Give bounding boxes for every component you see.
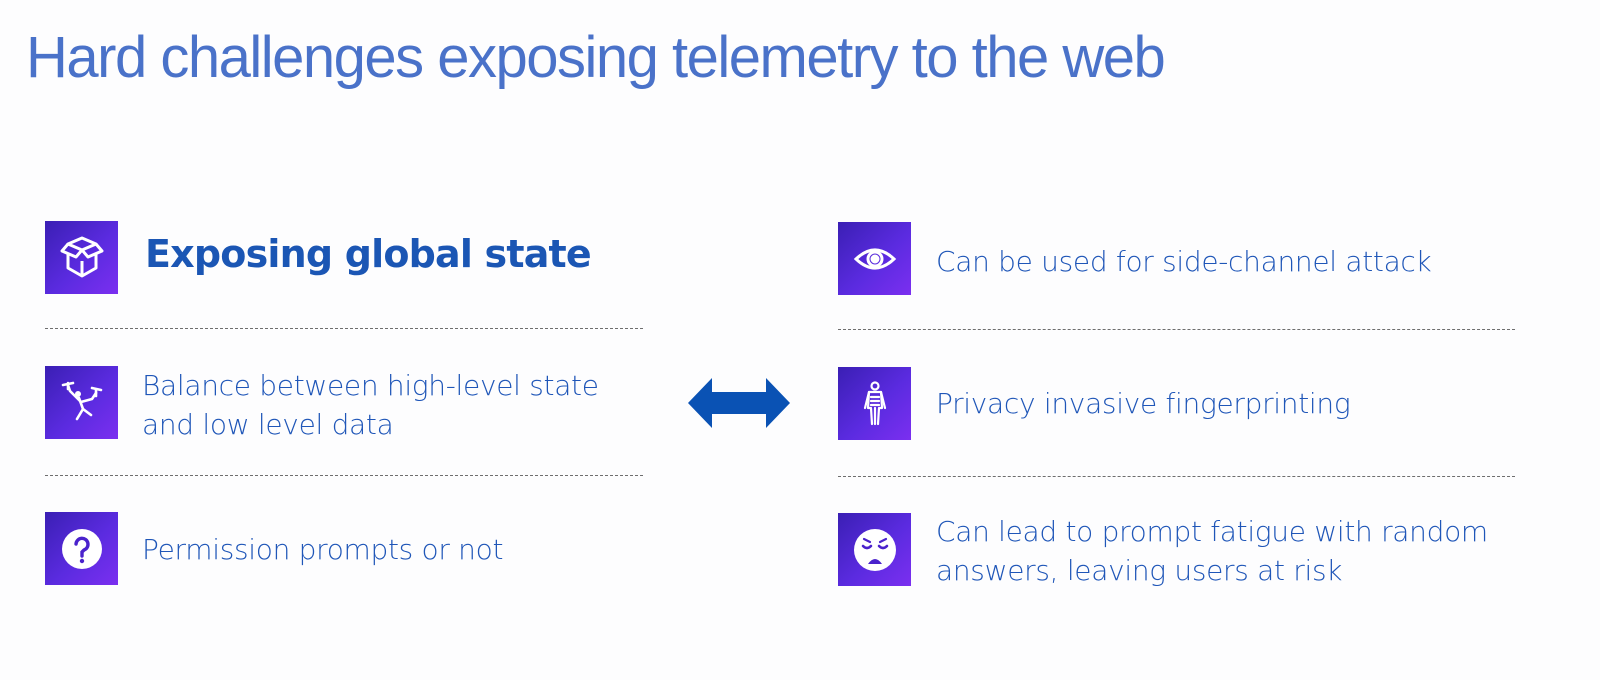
- divider: [45, 328, 643, 329]
- eye-icon-tile: [838, 222, 911, 295]
- right-item-line: answers, leaving users at risk: [936, 554, 1343, 587]
- divider: [838, 476, 1515, 477]
- left-item-text: Balance between high-level state and low…: [142, 366, 599, 444]
- body-scan-icon: [863, 380, 886, 425]
- left-item-text: Permission prompts or not: [142, 533, 504, 566]
- juggler-icon: [61, 381, 102, 420]
- eye-icon: [853, 248, 896, 269]
- double-arrow-icon: [688, 378, 790, 428]
- right-item-line: Can lead to prompt fatigue with random: [936, 515, 1488, 548]
- box-icon: [60, 236, 103, 277]
- sad-face-icon: [853, 528, 896, 571]
- question-icon: [61, 528, 102, 569]
- page-title: Hard challenges exposing telemetry to th…: [26, 25, 1166, 90]
- body-scan-icon-tile: [838, 367, 911, 440]
- left-item-line: Balance between high-level state: [142, 369, 599, 402]
- section-heading: Exposing global state: [145, 232, 592, 276]
- divider: [45, 475, 643, 476]
- sad-face-icon-tile: [838, 513, 911, 586]
- right-item-text: Privacy invasive fingerprinting: [936, 387, 1351, 420]
- box-icon-tile: [45, 221, 118, 294]
- right-item-text: Can lead to prompt fatigue with random a…: [936, 512, 1488, 590]
- right-item-text: Can be used for side-channel attack: [936, 245, 1432, 278]
- left-item-line: and low level data: [142, 408, 394, 441]
- question-icon-tile: [45, 512, 118, 585]
- divider: [838, 329, 1515, 330]
- juggler-icon-tile: [45, 366, 118, 439]
